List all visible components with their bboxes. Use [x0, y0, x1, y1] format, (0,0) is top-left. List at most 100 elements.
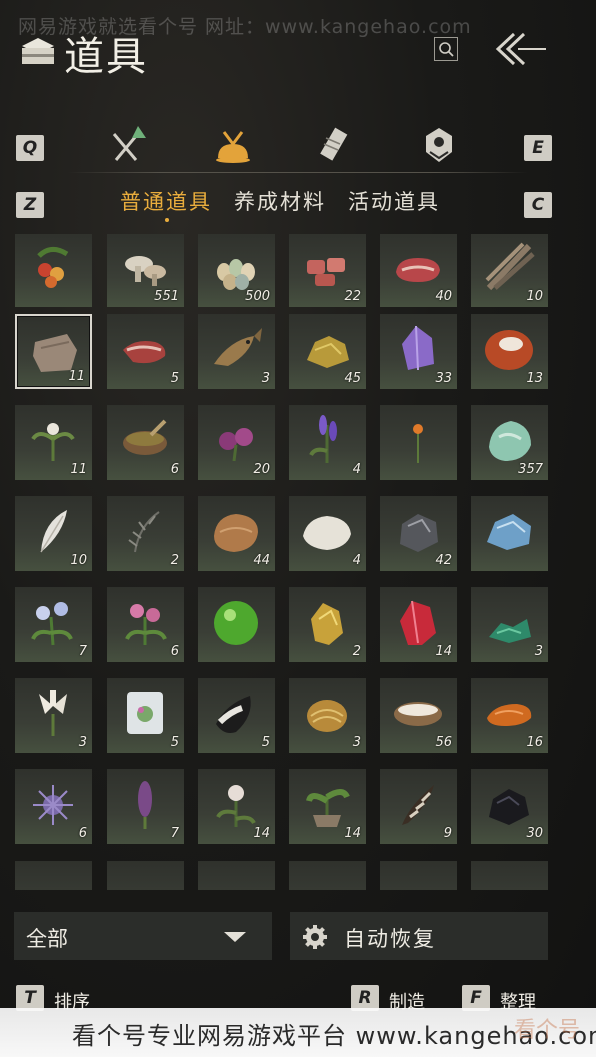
pouch-icon[interactable] — [210, 122, 256, 170]
empty-inventory-slot[interactable] — [380, 861, 457, 890]
gem-badge-icon[interactable] — [416, 122, 462, 170]
inventory-slot[interactable]: 9 — [380, 769, 457, 844]
white-rose-icon — [216, 785, 256, 827]
inventory-slot[interactable]: 4 — [289, 496, 366, 571]
inventory-slot[interactable]: 5 — [198, 678, 275, 753]
inventory-slot[interactable]: 11 — [15, 405, 92, 480]
milk-bowl-icon — [394, 702, 442, 726]
item-count: 6 — [170, 644, 179, 659]
item-count: 3 — [78, 735, 87, 750]
inventory-slot[interactable]: 14 — [289, 769, 366, 844]
item-count: 56 — [435, 735, 452, 750]
page-title: 道具 — [64, 34, 148, 80]
berries-icon — [37, 247, 69, 288]
filter-dropdown-value: 全部 — [26, 927, 68, 951]
inventory-slot[interactable]: 6 — [15, 769, 92, 844]
inventory-slot[interactable]: 2 — [107, 496, 184, 571]
inventory-slot[interactable]: 10 — [471, 234, 548, 307]
search-button[interactable] — [434, 37, 458, 61]
inventory-slot[interactable]: 11 — [15, 314, 92, 389]
herb-bowl-icon — [123, 419, 167, 455]
item-count: 14 — [253, 826, 270, 841]
tab-common-items[interactable]: 普通道具 — [120, 186, 212, 216]
partial-item-icon — [23, 867, 83, 890]
next-category-key[interactable]: E — [524, 135, 552, 161]
filter-dropdown[interactable]: 全部 — [14, 912, 272, 960]
item-count: 4 — [352, 553, 361, 568]
inventory-slot[interactable]: 16 — [471, 678, 548, 753]
tab-event-items[interactable]: 活动道具 — [348, 186, 440, 216]
inventory-slot[interactable]: 551 — [107, 234, 184, 307]
striped-feather-icon — [402, 785, 434, 825]
inventory-slot[interactable]: 5 — [107, 314, 184, 389]
prev-subtab-key[interactable]: Z — [16, 192, 44, 218]
item-count: 14 — [435, 644, 452, 659]
inventory-slot[interactable]: 4 — [289, 405, 366, 480]
inventory-slot[interactable] — [15, 861, 92, 890]
site-banner: 看个号专业网易游戏平台 www.kangehao.com 看个号 — [0, 1008, 596, 1057]
inventory-slot[interactable]: 3 — [471, 587, 548, 662]
inventory-slot[interactable]: 44 — [198, 496, 275, 571]
white-lily-icon — [39, 690, 67, 736]
inventory-slot[interactable]: 7 — [15, 587, 92, 662]
inventory-slot[interactable] — [380, 405, 457, 480]
item-count: 6 — [170, 462, 179, 477]
eggs-icon — [217, 259, 255, 290]
item-count: 5 — [170, 735, 179, 750]
item-count: 44 — [253, 553, 270, 568]
tab-growth-materials[interactable]: 养成材料 — [234, 186, 326, 216]
inventory-slot[interactable] — [15, 234, 92, 307]
item-count: 13 — [526, 371, 543, 386]
inventory-slot[interactable]: 3 — [15, 678, 92, 753]
inventory-slot[interactable]: 7 — [107, 769, 184, 844]
caret-down-icon — [224, 932, 246, 942]
inventory-slot[interactable]: 40 — [380, 234, 457, 307]
inventory-slot[interactable]: 13 — [471, 314, 548, 389]
inventory-slot[interactable]: 3 — [198, 314, 275, 389]
pink-flower-icon — [125, 604, 167, 645]
item-count: 7 — [78, 644, 87, 659]
inventory-slot[interactable]: 6 — [107, 405, 184, 480]
item-count: 11 — [68, 369, 85, 384]
inventory-slot[interactable]: 10 — [15, 496, 92, 571]
double-chevron-back-icon[interactable] — [492, 30, 548, 68]
item-count: 14 — [344, 826, 361, 841]
inventory-slot[interactable]: 6 — [107, 587, 184, 662]
red-agate-icon — [485, 330, 533, 370]
inventory-slot[interactable]: 45 — [289, 314, 366, 389]
empty-inventory-slot[interactable] — [471, 861, 548, 890]
item-count: 9 — [443, 826, 452, 841]
item-count: 42 — [435, 553, 452, 568]
inventory-slot[interactable]: 20 — [198, 405, 275, 480]
inventory-slot[interactable]: 14 — [198, 769, 275, 844]
inventory-slot[interactable] — [107, 861, 184, 890]
inventory-slot[interactable]: 3 — [289, 678, 366, 753]
inventory-slot[interactable]: 42 — [380, 496, 457, 571]
ice-block-icon — [127, 692, 163, 734]
inventory-slot[interactable] — [198, 587, 275, 662]
gold-nugget-icon — [311, 603, 343, 645]
inventory-slot[interactable]: 22 — [289, 234, 366, 307]
partial-item-icon — [115, 867, 175, 890]
inventory-slot[interactable]: 30 — [471, 769, 548, 844]
inventory-slot[interactable]: 357 — [471, 405, 548, 480]
brown-pelt-icon — [214, 514, 258, 552]
raw-meat-chunks-icon — [307, 258, 345, 286]
inventory-slot[interactable] — [198, 861, 275, 890]
inventory-slot[interactable]: 5 — [107, 678, 184, 753]
inventory-slot[interactable]: 33 — [380, 314, 457, 389]
scroll-icon[interactable] — [312, 122, 358, 170]
inventory-slot[interactable] — [471, 496, 548, 571]
blue-flower-icon — [31, 602, 73, 646]
inventory-slot[interactable]: 56 — [380, 678, 457, 753]
auto-restore-button[interactable]: 自动恢复 — [290, 912, 548, 960]
inventory-slot[interactable]: 500 — [198, 234, 275, 307]
inventory-slot[interactable]: 2 — [289, 587, 366, 662]
inventory-slot[interactable]: 14 — [380, 587, 457, 662]
crossed-swords-icon[interactable] — [104, 122, 150, 170]
dark-ore-icon — [400, 514, 438, 552]
item-count: 45 — [344, 371, 361, 386]
next-subtab-key[interactable]: C — [524, 192, 552, 218]
prev-category-key[interactable]: Q — [16, 135, 44, 161]
empty-inventory-slot[interactable] — [289, 861, 366, 890]
